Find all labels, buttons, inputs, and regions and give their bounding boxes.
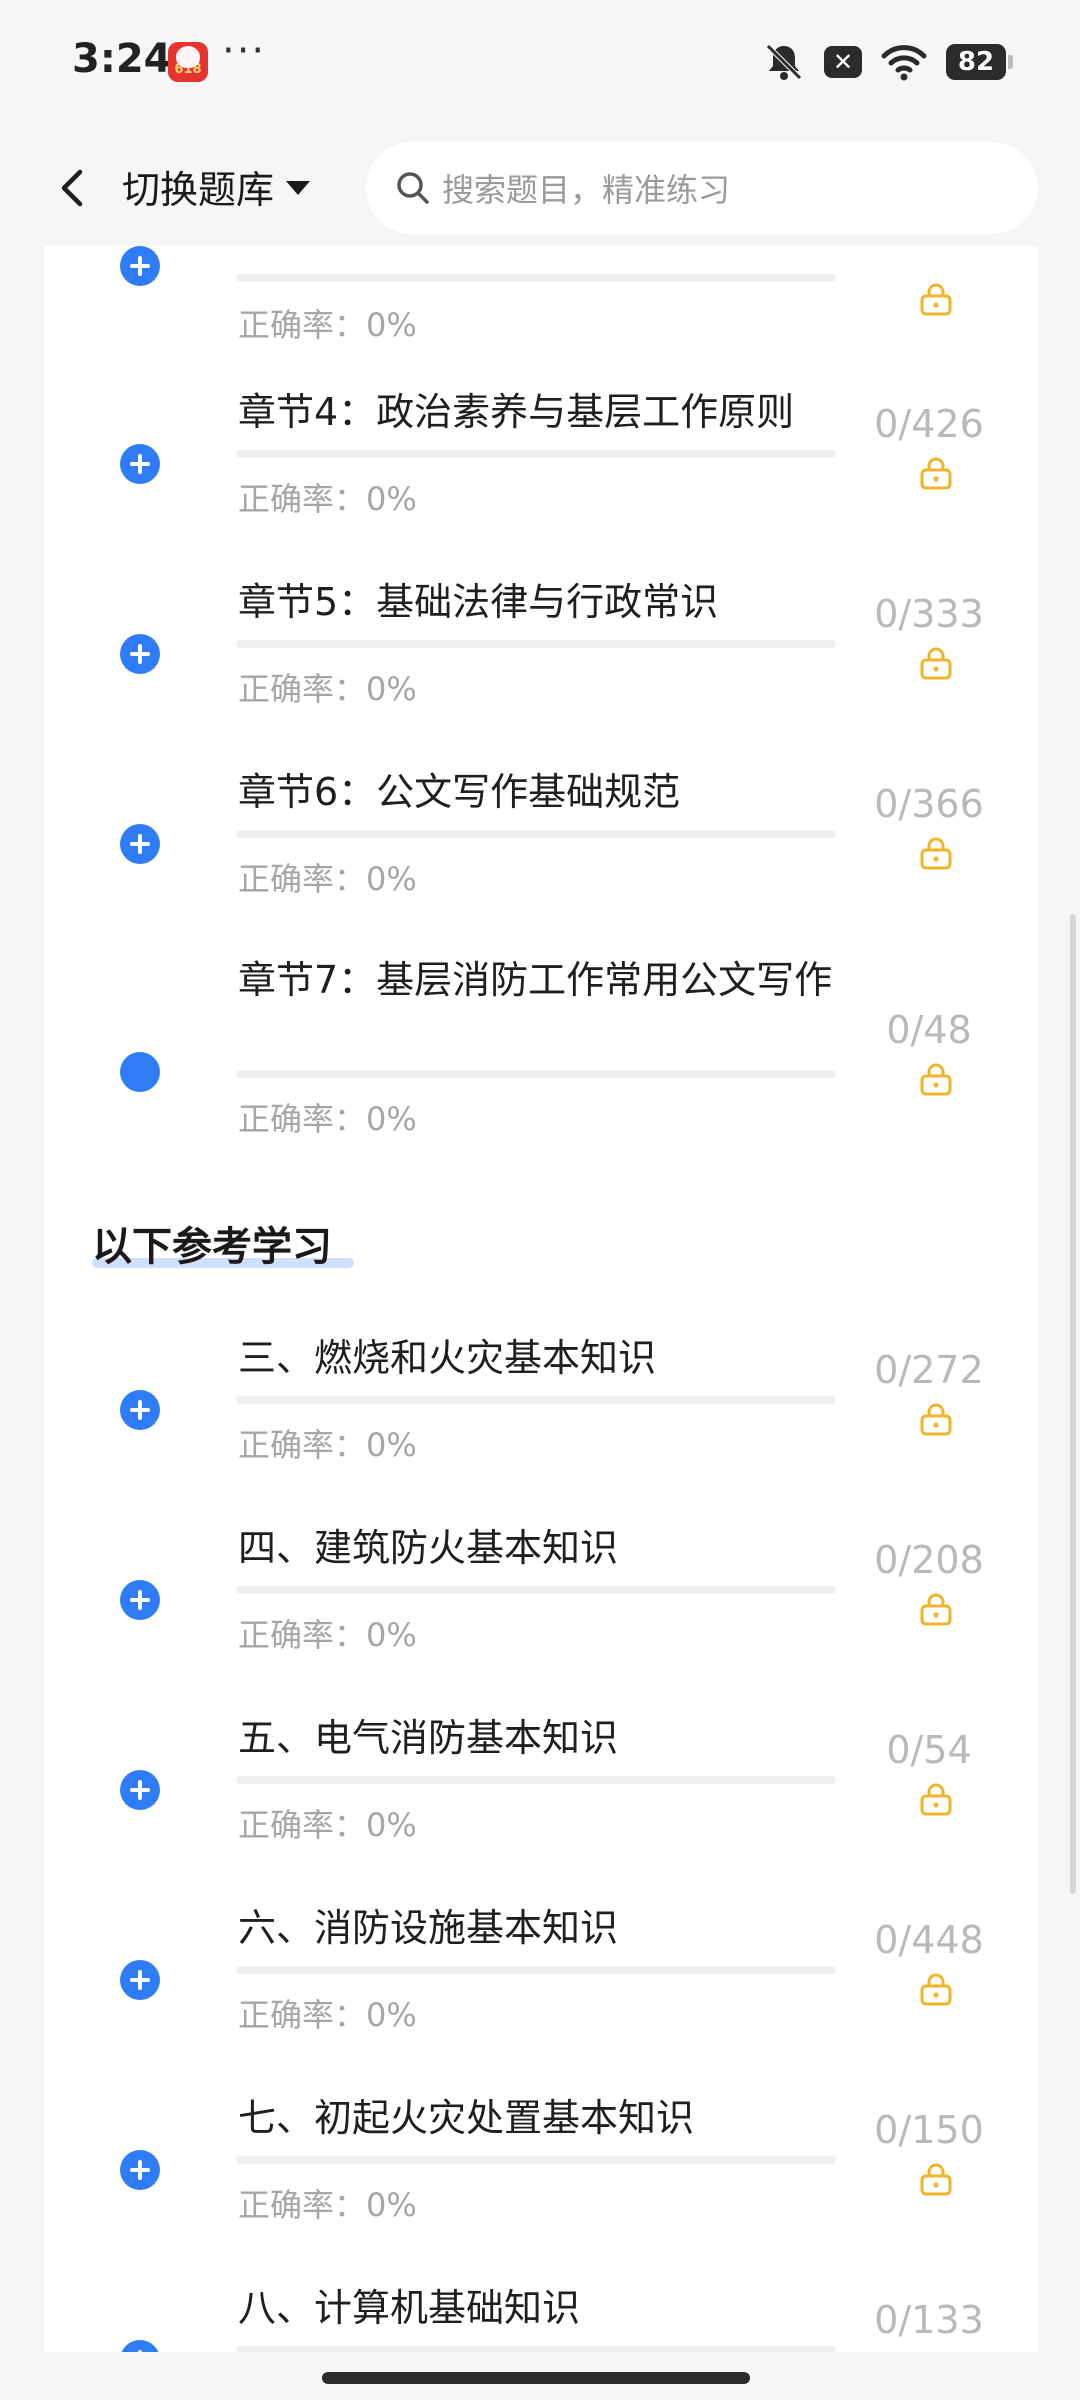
search-placeholder: 搜索题目，精准练习 [442, 171, 731, 209]
question-count: 0/333 [874, 592, 984, 636]
back-button[interactable] [44, 158, 104, 218]
progress-bar [236, 2346, 836, 2352]
chapter-title: 三、燃烧和火灾基本知识 [238, 1336, 657, 1380]
progress-bar [236, 1776, 836, 1784]
lock-icon [920, 457, 952, 490]
accuracy-text: 正确率：0% [238, 1996, 417, 2034]
switch-question-bank-button[interactable]: 切换题库 [122, 156, 311, 216]
battery-level: 82 [957, 47, 995, 77]
close-box-icon: ✕ [824, 46, 862, 78]
progress-bar [236, 1396, 836, 1404]
chapter-title: 八、计算机基础知识 [238, 2286, 581, 2330]
expand-plus-icon[interactable] [120, 824, 160, 864]
question-count: 0/133 [874, 2298, 984, 2342]
accuracy-text: 正确率：0% [238, 1426, 417, 1464]
battery-icon: 82 [946, 44, 1013, 80]
chapter-title: 七、初起火灾处置基本知识 [238, 2096, 695, 2140]
chapter-title: 章节5：基础法律与行政常识 [238, 580, 719, 624]
lock-icon [920, 1593, 952, 1626]
question-count: 0/426 [874, 402, 984, 446]
status-icons: ✕ 82 [762, 38, 1013, 86]
expand-plus-icon[interactable] [120, 1770, 160, 1810]
list-item[interactable]: 三、燃烧和火灾基本知识 正确率：0% 0/272 [44, 1332, 1038, 1522]
question-count: 0/366 [874, 782, 984, 826]
list-item[interactable]: 五、电气消防基本知识 正确率：0% 0/54 [44, 1712, 1038, 1902]
progress-bar [236, 830, 836, 838]
scrollbar[interactable] [1070, 914, 1076, 1894]
chapter-list: 实务 正确率：0% 章节4：政治素养与基层工作原则 正确率：0% 0/426 章… [44, 246, 1038, 2352]
wifi-icon [881, 45, 927, 81]
list-item[interactable]: 章节7：基层消防工作常用公文写作 正确率：0% 0/48 [44, 956, 1038, 1196]
question-count: 0/48 [886, 1008, 972, 1052]
chapter-title: 五、电气消防基本知识 [238, 1716, 619, 1760]
section-title: 以下参考学习 [92, 1224, 332, 1270]
accuracy-text: 正确率：0% [238, 1806, 417, 1844]
question-count: 0/150 [874, 2108, 984, 2152]
progress-bar [236, 640, 836, 648]
list-item[interactable]: 四、建筑防火基本知识 正确率：0% 0/208 [44, 1522, 1038, 1712]
expand-dot-icon[interactable] [120, 1052, 160, 1092]
chapter-title: 章节7：基层消防工作常用公文写作 [238, 958, 833, 1002]
search-icon [397, 172, 429, 204]
expand-plus-icon[interactable] [120, 634, 160, 674]
expand-plus-icon[interactable] [120, 2340, 160, 2352]
top-bar: 切换题库 搜索题目，精准练习 [0, 126, 1080, 246]
accuracy-text: 正确率：0% [238, 860, 417, 898]
question-count: 0/54 [886, 1728, 972, 1772]
chapter-title: 六、消防设施基本知识 [238, 1906, 619, 1950]
expand-plus-icon[interactable] [120, 2150, 160, 2190]
more-notifications-icon: ··· [222, 28, 267, 74]
accuracy-text: 正确率：0% [238, 480, 417, 518]
lock-icon [920, 1973, 952, 2006]
lock-icon [920, 2163, 952, 2196]
lock-icon [920, 647, 952, 680]
chapter-title: 章节4：政治素养与基层工作原则 [238, 390, 795, 434]
list-item[interactable]: 七、初起火灾处置基本知识 正确率：0% 0/150 [44, 2092, 1038, 2282]
accuracy-text: 正确率：0% [238, 670, 417, 708]
progress-bar [236, 1070, 836, 1078]
shopping-app-icon: 618 [168, 42, 208, 82]
list-item[interactable]: 八、计算机基础知识 0/133 [44, 2282, 1038, 2352]
chapter-title: 章节6：公文写作基础规范 [238, 770, 681, 814]
question-count: 0/208 [874, 1538, 984, 1582]
lock-icon [920, 1403, 952, 1436]
expand-plus-icon[interactable] [120, 1390, 160, 1430]
chevron-left-icon [61, 169, 83, 207]
status-time: 3:24 [72, 36, 172, 82]
list-item[interactable]: 章节6：公文写作基础规范 正确率：0% 0/366 [44, 766, 1038, 956]
list-item[interactable]: 章节5：基础法律与行政常识 正确率：0% 0/333 [44, 576, 1038, 766]
progress-bar [236, 1966, 836, 1974]
progress-bar [236, 274, 836, 282]
status-bar: 3:24 618 ··· ✕ 82 [0, 0, 1080, 126]
question-count: 0/448 [874, 1918, 984, 1962]
chapter-title: 四、建筑防火基本知识 [238, 1526, 619, 1570]
list-item[interactable]: 章节4：政治素养与基层工作原则 正确率：0% 0/426 [44, 386, 1038, 576]
caret-down-icon [286, 181, 311, 195]
lock-icon [920, 837, 952, 870]
progress-bar [236, 1586, 836, 1594]
list-item[interactable]: 实务 正确率：0% [44, 246, 1038, 360]
progress-bar [236, 450, 836, 458]
question-count: 0/272 [874, 1348, 984, 1392]
switch-bank-label: 切换题库 [122, 167, 275, 212]
search-input[interactable]: 搜索题目，精准练习 [366, 142, 1038, 234]
accuracy-text: 正确率：0% [238, 1616, 417, 1654]
bell-muted-icon [766, 44, 802, 80]
expand-plus-icon[interactable] [120, 444, 160, 484]
progress-bar [236, 2156, 836, 2164]
accuracy-text: 正确率：0% [238, 1100, 417, 1138]
expand-plus-icon[interactable] [120, 1580, 160, 1620]
list-item[interactable]: 六、消防设施基本知识 正确率：0% 0/448 [44, 1902, 1038, 2092]
expand-plus-icon[interactable] [120, 1960, 160, 2000]
lock-icon [920, 1783, 952, 1816]
lock-icon [920, 1063, 952, 1096]
lock-icon [920, 283, 952, 316]
accuracy-text: 正确率：0% [238, 2186, 417, 2224]
expand-plus-icon[interactable] [120, 246, 160, 286]
accuracy-text: 正确率：0% [238, 306, 417, 344]
home-indicator[interactable] [322, 2372, 750, 2384]
